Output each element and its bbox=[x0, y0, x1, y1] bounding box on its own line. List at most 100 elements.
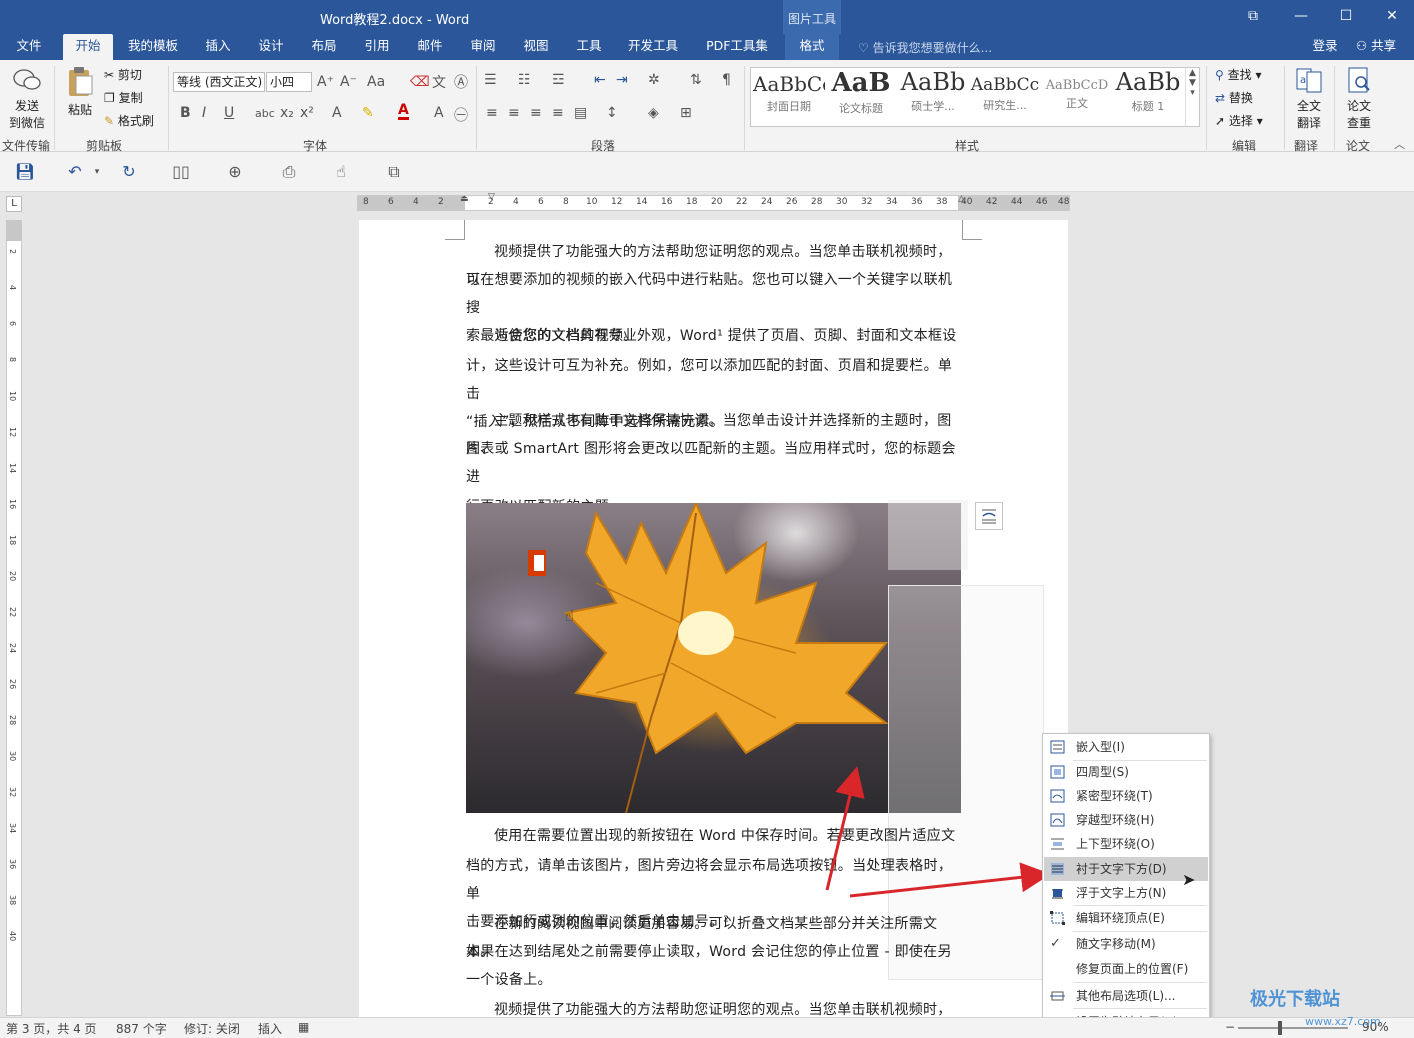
numbering-icon[interactable]: ☷ bbox=[518, 72, 531, 88]
collapse-ribbon-icon[interactable]: ︿ bbox=[1394, 136, 1405, 152]
tab-format[interactable]: 格式 bbox=[785, 34, 839, 60]
italic-icon[interactable]: I bbox=[202, 105, 206, 121]
tab-developer[interactable]: 开发工具 bbox=[622, 34, 684, 60]
enclose-char-icon[interactable]: ㊀ bbox=[454, 105, 468, 125]
save-icon[interactable]: 💾︎ bbox=[14, 162, 36, 182]
insert-mode[interactable]: 插入 bbox=[258, 1020, 282, 1037]
macro-record-icon[interactable]: ▦ bbox=[298, 1020, 309, 1034]
styles-scroll[interactable]: ▲ ▼ ▾ bbox=[1185, 68, 1199, 126]
bold-icon[interactable]: B bbox=[180, 105, 191, 121]
tab-home[interactable]: 开始 bbox=[63, 34, 113, 60]
tell-me-search[interactable]: ♡ 告诉我您想要做什么... bbox=[858, 39, 992, 56]
copy-button[interactable]: ❐ 复制 bbox=[104, 89, 143, 106]
menu-item-inline[interactable]: 嵌入型(I) bbox=[1044, 735, 1208, 759]
tab-review[interactable]: 审阅 bbox=[463, 34, 503, 60]
phonetic-guide-icon[interactable]: 文 bbox=[432, 72, 446, 92]
paragraph[interactable]: 视频提供了功能强大的方法帮助您证明您的观点。当您单击联机视频时， bbox=[466, 998, 964, 1017]
word-count[interactable]: 887 个字 bbox=[116, 1020, 167, 1037]
paper-check-button[interactable]: 论文 查重 bbox=[1342, 66, 1376, 131]
decrease-indent-icon[interactable]: ⇤ bbox=[594, 72, 606, 88]
superscript-icon[interactable]: x² bbox=[300, 105, 314, 121]
char-shading-icon[interactable]: A bbox=[434, 105, 444, 121]
menu-item-more-layout-options[interactable]: 其他布局选项(L)... bbox=[1044, 984, 1208, 1008]
menu-item-edit-wrap-points[interactable]: 编辑环绕顶点(E) bbox=[1044, 906, 1208, 930]
menu-item-fix-position[interactable]: 修复页面上的位置(F) bbox=[1044, 957, 1208, 981]
maximize-button[interactable]: ☐ bbox=[1331, 6, 1361, 26]
ribbon-display-options-button[interactable]: ⧉ bbox=[1238, 6, 1268, 26]
paragraph[interactable]: 为使您的文档具有专业外观，Word¹ 提供了页眉、页脚、封面和文本框设 bbox=[466, 322, 964, 350]
zoom-out-button[interactable]: − bbox=[1225, 1020, 1235, 1034]
style-heading-1[interactable]: AaBb 标题 1 bbox=[1113, 68, 1183, 126]
tab-file[interactable]: 文件 bbox=[8, 34, 50, 60]
style-master[interactable]: AaBb 硕士学... bbox=[897, 68, 969, 126]
paragraph[interactable]: 使用在需要位置出现的新按钮在 Word 中保存时间。若要更改图片适应文 bbox=[466, 822, 964, 850]
tab-tools[interactable]: 工具 bbox=[569, 34, 609, 60]
select-button[interactable]: ➚ 选择 ▾ bbox=[1215, 112, 1263, 129]
align-left-icon[interactable]: ≡ bbox=[486, 105, 498, 121]
tab-selector[interactable]: L bbox=[6, 196, 22, 212]
font-color-icon[interactable]: A bbox=[398, 103, 409, 120]
grow-font-icon[interactable]: A⁺ bbox=[317, 74, 334, 90]
borders-icon[interactable]: ⊞ bbox=[680, 105, 692, 121]
style-graduate[interactable]: AaBbCc 研究生... bbox=[969, 68, 1041, 126]
shrink-font-icon[interactable]: A⁻ bbox=[340, 74, 357, 90]
zoom-slider-thumb[interactable] bbox=[1278, 1021, 1282, 1035]
bullets-icon[interactable]: ☰ bbox=[484, 72, 497, 88]
replace-button[interactable]: ⇄ 替换 bbox=[1215, 89, 1253, 106]
style-paper-title[interactable]: AaB 论文标题 bbox=[825, 68, 897, 126]
tab-mailings[interactable]: 邮件 bbox=[410, 34, 450, 60]
menu-item-through[interactable]: 穿越型环绕(H) bbox=[1044, 808, 1208, 832]
increase-indent-icon[interactable]: ⇥ bbox=[616, 72, 628, 88]
right-indent-marker[interactable]: △ bbox=[958, 194, 965, 204]
shading-icon[interactable]: ◈ bbox=[648, 105, 659, 121]
menu-item-square[interactable]: 四周型(S) bbox=[1044, 760, 1208, 784]
align-center-icon[interactable]: ≡ bbox=[508, 105, 520, 121]
leaf-picture[interactable] bbox=[466, 503, 961, 813]
distributed-icon[interactable]: ▤ bbox=[574, 105, 587, 121]
highlight-icon[interactable]: ✎ bbox=[362, 105, 374, 121]
paragraph-cont[interactable]: 如果在达到结尾处之前需要停止读取，Word 会记住您的停止位置 - 即使在另 一… bbox=[466, 938, 964, 994]
sort-icon[interactable]: ⇅ bbox=[690, 72, 702, 88]
tab-view[interactable]: 视图 bbox=[516, 34, 556, 60]
subscript-icon[interactable]: x₂ bbox=[280, 105, 294, 121]
change-case-icon[interactable]: Aa bbox=[367, 74, 385, 90]
menu-item-top-bottom[interactable]: 上下型环绕(O) bbox=[1044, 832, 1208, 856]
find-button[interactable]: ⚲ 查找 ▾ bbox=[1215, 66, 1261, 83]
style-cover-date[interactable]: AaBbCc 封面日期 bbox=[753, 68, 825, 126]
touch-mode-icon[interactable]: ☝ bbox=[330, 162, 352, 182]
horizontal-ruler[interactable]: 8 6 4 2 2 4 6 8 10 12 14 16 18 20 22 24 … bbox=[357, 192, 1070, 211]
justify-icon[interactable]: ≡ bbox=[552, 105, 564, 121]
track-changes-status[interactable]: 修订: 关闭 bbox=[184, 1020, 240, 1037]
multilevel-list-icon[interactable]: ☲ bbox=[552, 72, 565, 88]
strikethrough-icon[interactable]: abc bbox=[255, 107, 275, 120]
char-border-icon[interactable]: Ⓐ bbox=[454, 72, 468, 92]
tab-layout[interactable]: 布局 bbox=[304, 34, 344, 60]
chinese-layout-icon[interactable]: ✲ bbox=[648, 72, 660, 88]
tab-my-templates[interactable]: 我的模板 bbox=[122, 34, 184, 60]
cut-button[interactable]: ✂ 剪切 bbox=[104, 66, 142, 83]
close-button[interactable]: ✕ bbox=[1377, 6, 1407, 26]
tab-design[interactable]: 设计 bbox=[251, 34, 291, 60]
text-effects-icon[interactable]: A bbox=[332, 105, 342, 121]
tab-pdf-tools[interactable]: PDF工具集 bbox=[700, 34, 774, 60]
underline-icon[interactable]: U bbox=[224, 105, 234, 121]
paste-button[interactable]: 粘贴 bbox=[63, 66, 97, 118]
line-spacing-icon[interactable]: ↕ bbox=[606, 105, 618, 121]
menu-item-move-with-text[interactable]: ✓ 随文字移动(M) bbox=[1044, 932, 1208, 956]
customize-qat-icon[interactable]: ⧉ bbox=[383, 162, 405, 182]
font-name-select[interactable]: 等线 (西文正文) bbox=[173, 72, 265, 92]
vertical-ruler[interactable]: 2 4 6 8 10 12 14 16 18 20 22 24 26 28 30… bbox=[6, 220, 22, 1016]
tab-insert[interactable]: 插入 bbox=[198, 34, 238, 60]
web-layout-icon[interactable]: ⊕ bbox=[224, 162, 246, 182]
font-size-select[interactable]: 小四 bbox=[266, 72, 312, 92]
page-count[interactable]: 第 3 页，共 4 页 bbox=[6, 1020, 97, 1037]
menu-item-tight[interactable]: 紧密型环绕(T) bbox=[1044, 784, 1208, 808]
read-mode-icon[interactable]: ▯▯ bbox=[170, 162, 192, 182]
format-painter-button[interactable]: ✎ 格式刷 bbox=[104, 112, 154, 129]
print-preview-icon[interactable]: ⎙ bbox=[278, 162, 300, 182]
send-to-wechat-button[interactable]: 发送 到微信 bbox=[8, 66, 46, 131]
first-line-indent-marker[interactable]: ▽ bbox=[488, 192, 495, 202]
clear-format-icon[interactable]: ⌫ bbox=[410, 74, 430, 90]
left-indent-marker[interactable]: ⏏ bbox=[460, 194, 469, 204]
undo-icon[interactable]: ↶ bbox=[64, 162, 86, 182]
